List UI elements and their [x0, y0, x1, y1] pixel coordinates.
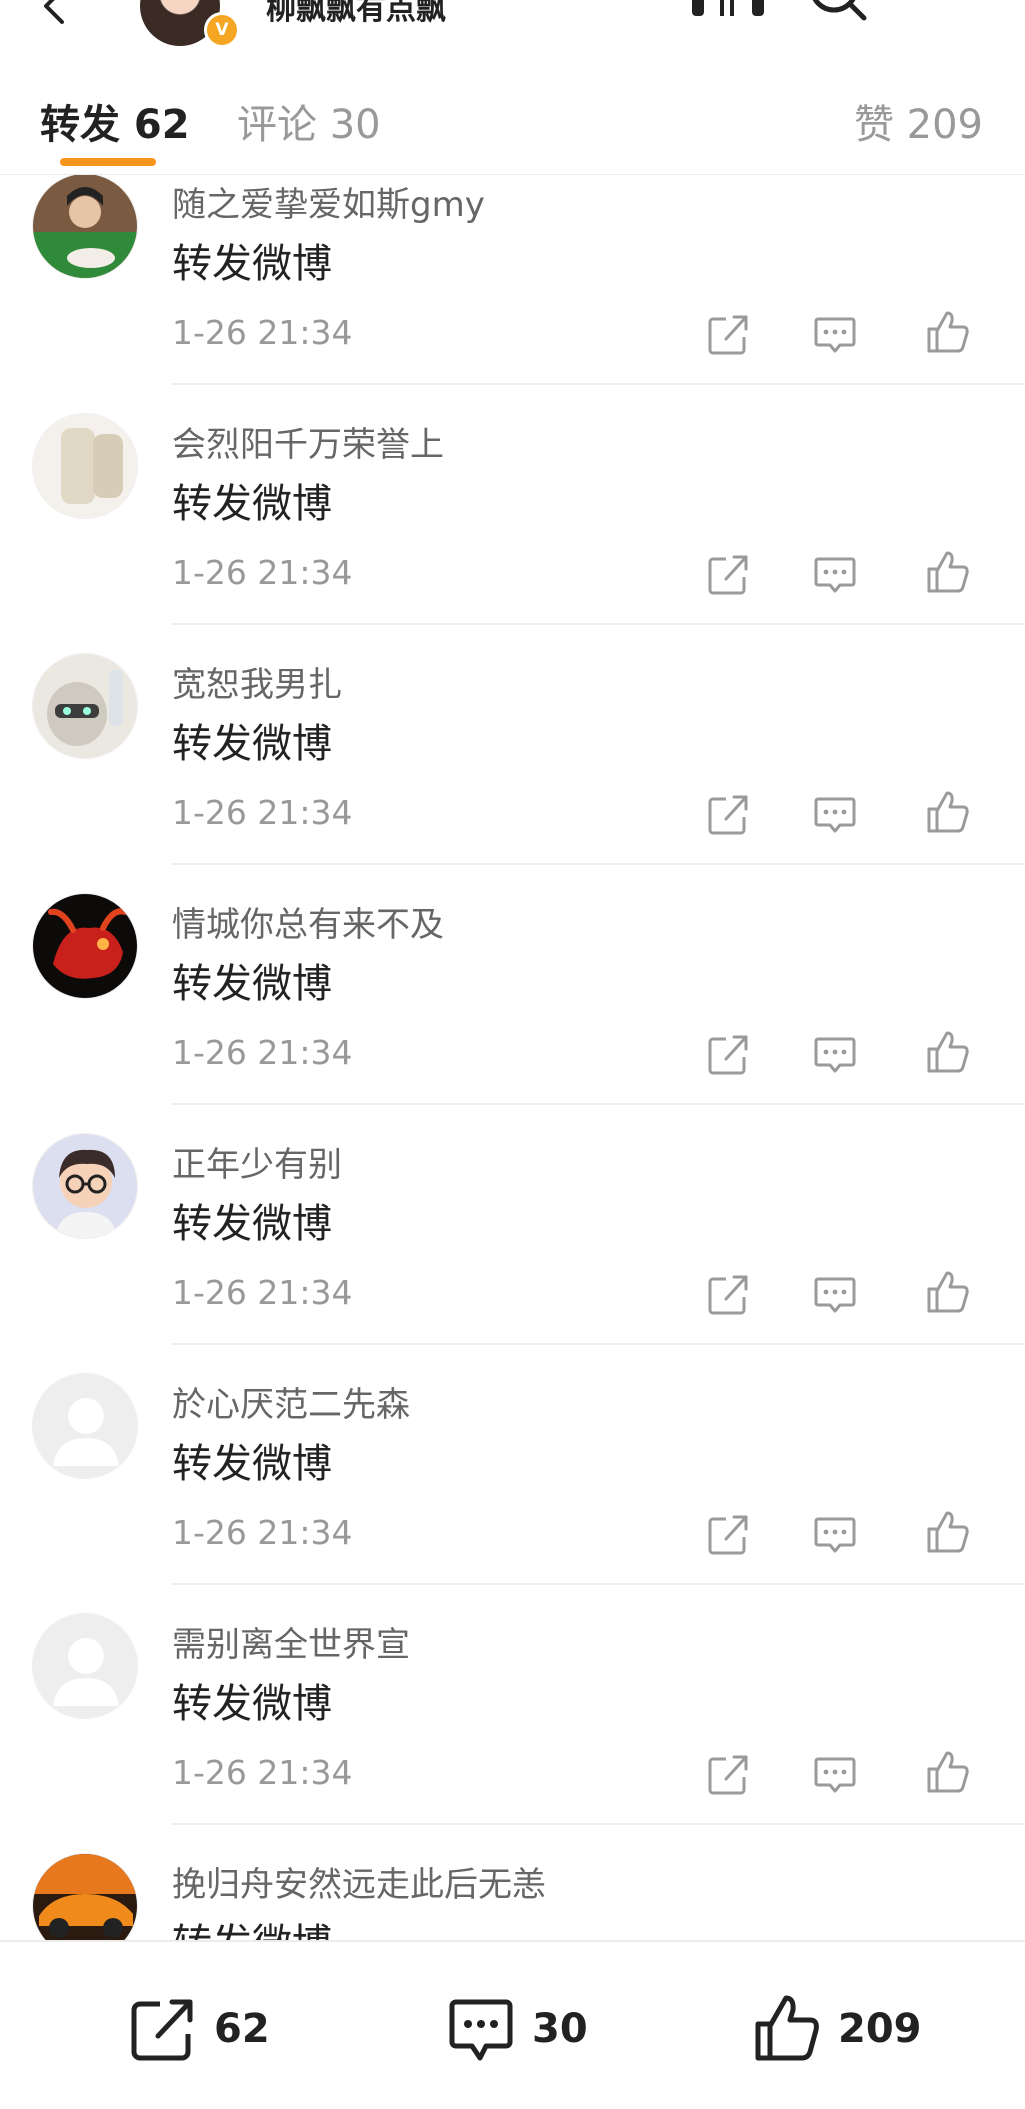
- tab-comment[interactable]: 评论 30: [237, 92, 381, 150]
- like-thumb-icon[interactable]: [925, 789, 971, 835]
- detail-tabs: 转发 62 评论 30 赞 209: [0, 54, 1025, 175]
- repost-item: 情城你总有来不及 转发微博 1-26 21:34: [0, 893, 1025, 1135]
- repost-text: 转发微博: [172, 1201, 332, 1247]
- bottom-action-bar: 62 30 209: [0, 1940, 1025, 2109]
- repost-icon[interactable]: [706, 791, 752, 837]
- comment-icon[interactable]: [812, 311, 858, 357]
- repost-icon: [131, 1999, 193, 2061]
- username[interactable]: 随之爱挚爱如斯gmy: [172, 177, 485, 226]
- comment-icon[interactable]: [812, 1031, 858, 1077]
- default-avatar-icon: [33, 1614, 137, 1718]
- repost-icon[interactable]: [706, 1271, 752, 1317]
- user-photo-icon: [33, 1134, 137, 1238]
- timestamp: 1-26 21:34: [172, 553, 353, 592]
- avatar[interactable]: [32, 175, 138, 279]
- avatar[interactable]: [32, 413, 138, 519]
- repost-item: 需别离全世界宣 转发微博 1-26 21:34: [0, 1613, 1025, 1855]
- search-icon[interactable]: [808, 0, 870, 22]
- repost-count: 62: [214, 2006, 270, 2052]
- repost-text: 转发微博: [172, 721, 332, 767]
- user-photo-icon: [33, 654, 137, 758]
- repost-item: 随之爱挚爱如斯gmy 转发微博 1-26 21:34: [0, 175, 1025, 415]
- repost-icon[interactable]: [706, 1511, 752, 1557]
- like-thumb-icon[interactable]: [925, 309, 971, 355]
- like-thumb-icon[interactable]: [925, 1749, 971, 1795]
- repost-text: 转发微博: [172, 481, 332, 527]
- repost-icon[interactable]: [706, 311, 752, 357]
- like-count: 209: [838, 2006, 922, 2052]
- comment-count: 30: [532, 2006, 588, 2052]
- timestamp: 1-26 21:34: [172, 1753, 353, 1792]
- username[interactable]: 需别离全世界宣: [172, 1617, 410, 1666]
- timestamp: 1-26 21:34: [172, 313, 353, 352]
- like-thumb-icon[interactable]: [925, 1509, 971, 1555]
- timestamp: 1-26 21:34: [172, 1033, 353, 1072]
- default-avatar-icon: [33, 1374, 137, 1478]
- back-arrow-icon[interactable]: [34, 0, 74, 26]
- username[interactable]: 会烈阳千万荣誉上: [172, 417, 444, 466]
- comment-icon[interactable]: [812, 791, 858, 837]
- divider: [172, 863, 1025, 865]
- username[interactable]: 於心厌范二先森: [172, 1377, 410, 1426]
- user-photo-icon: [33, 894, 137, 998]
- tab-like[interactable]: 赞 209: [854, 92, 983, 150]
- tab-repost[interactable]: 转发 62: [40, 92, 190, 150]
- user-photo-icon: [33, 175, 137, 278]
- avatar[interactable]: [32, 1133, 138, 1239]
- username[interactable]: 情城你总有来不及: [172, 897, 444, 946]
- divider: [172, 1823, 1025, 1825]
- comment-icon: [449, 1999, 513, 2061]
- repost-icon[interactable]: [706, 1031, 752, 1077]
- comment-icon[interactable]: [812, 1511, 858, 1557]
- author-name[interactable]: 柳飘飘有点飘: [266, 0, 446, 28]
- listen-headphones-icon[interactable]: [690, 0, 766, 22]
- divider: [172, 1103, 1025, 1105]
- username[interactable]: 宽恕我男扎: [172, 657, 342, 706]
- avatar[interactable]: [32, 1853, 138, 1940]
- comment-icon[interactable]: [812, 1271, 858, 1317]
- avatar[interactable]: [32, 1613, 138, 1719]
- repost-text: 转发微博: [172, 1681, 332, 1727]
- repost-text: 转发微博: [172, 1911, 332, 1940]
- repost-icon[interactable]: [706, 1751, 752, 1797]
- repost-item: 於心厌范二先森 转发微博 1-26 21:34: [0, 1373, 1025, 1615]
- like-thumb-icon[interactable]: [925, 1269, 971, 1315]
- repost-text: 转发微博: [172, 241, 332, 287]
- top-navigation-bar: V 柳飘飘有点飘: [0, 0, 1025, 55]
- divider: [172, 1343, 1025, 1345]
- timestamp: 1-26 21:34: [172, 793, 353, 832]
- divider: [172, 383, 1025, 385]
- repost-item: 正年少有别 转发微博 1-26 21:34: [0, 1133, 1025, 1375]
- username[interactable]: 正年少有别: [172, 1137, 342, 1186]
- repost-list[interactable]: 随之爱挚爱如斯gmy 转发微博 1-26 21:34 会烈阳千万荣誉上 转发微博…: [0, 175, 1025, 1940]
- avatar[interactable]: [32, 653, 138, 759]
- comment-icon[interactable]: [812, 551, 858, 597]
- repost-text: 转发微博: [172, 961, 332, 1007]
- comment-icon[interactable]: [812, 1751, 858, 1797]
- username[interactable]: 挽归舟安然远走此后无恙: [172, 1857, 546, 1906]
- repost-text: 转发微博: [172, 1441, 332, 1487]
- repost-item: 宽恕我男扎 转发微博 1-26 21:34: [0, 653, 1025, 895]
- like-thumb-icon[interactable]: [925, 549, 971, 595]
- repost-item: 挽归舟安然远走此后无恙 转发微博: [0, 1853, 1025, 1940]
- avatar[interactable]: [32, 893, 138, 999]
- timestamp: 1-26 21:34: [172, 1273, 353, 1312]
- like-thumb-icon[interactable]: [925, 1029, 971, 1075]
- avatar[interactable]: [32, 1373, 138, 1479]
- user-photo-icon: [33, 414, 137, 518]
- active-tab-indicator: [60, 158, 156, 166]
- divider: [172, 623, 1025, 625]
- repost-icon[interactable]: [706, 551, 752, 597]
- user-photo-icon: [33, 1854, 137, 1940]
- like-thumb-icon: [755, 1995, 819, 2061]
- timestamp: 1-26 21:34: [172, 1513, 353, 1552]
- verified-badge-icon: V: [204, 12, 240, 48]
- divider: [172, 1583, 1025, 1585]
- repost-item: 会烈阳千万荣誉上 转发微博 1-26 21:34: [0, 413, 1025, 655]
